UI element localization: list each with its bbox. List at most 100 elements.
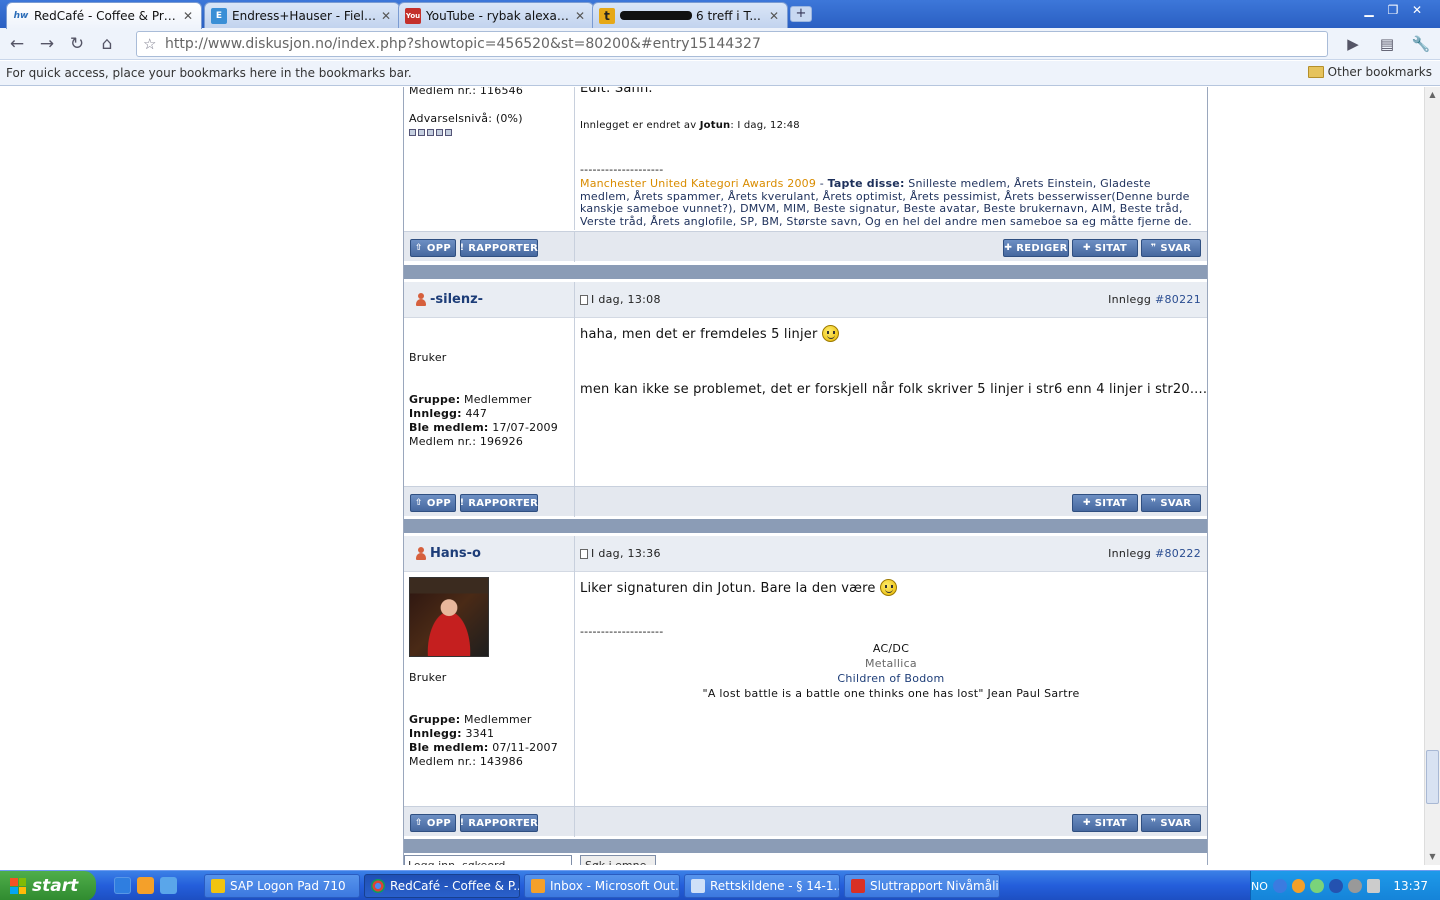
post-header-hans: Hans-o I dag, 13:36 Innlegg #80222 [404,536,1207,572]
tab-redcafe[interactable]: hw RedCafé - Coffee & Prawn ... ✕ [6,2,202,29]
scroll-up-icon[interactable]: ▲ [1425,87,1440,103]
task-rettskildene[interactable]: Rettskildene - § 14-1... [684,874,840,898]
other-bookmarks[interactable]: Other bookmarks [1307,65,1432,79]
tray-network-icon[interactable] [1310,879,1325,893]
post-actions-jotun: ⇧ OPP ! RAPPORTER ✚ REDIGER ✚ SITAT ❞ SVAR [404,231,1207,262]
post-author[interactable]: -silenz- [415,292,483,307]
outlook-icon [531,879,545,893]
tray-display-icon[interactable] [1366,879,1381,893]
exclamation-icon: ! [459,498,465,508]
user-icon [415,293,427,306]
tab-fieldcare[interactable]: E Endress+Hauser - FieldCare ✕ [204,2,400,28]
tab-treff[interactable]: t 6 treff i T... ✕ [592,2,788,28]
quick-launch [114,877,177,894]
signature-link[interactable]: Manchester United Kategori Awards 2009 [580,177,816,190]
up-button[interactable]: ⇧ OPP [410,494,456,512]
reply-button[interactable]: ❞ SVAR [1141,494,1201,512]
sap-icon [211,879,225,893]
play-icon[interactable]: ▶ [1340,31,1366,57]
system-tray: NO 13:37 [1250,871,1440,900]
up-button[interactable]: ⇧ OPP [410,814,456,832]
window-close-icon[interactable]: ✕ [1406,1,1428,19]
arrow-up-icon: ⇧ [415,818,423,828]
signature-divider: -------------------- [580,625,664,638]
scroll-down-icon[interactable]: ▼ [1425,849,1440,865]
back-icon[interactable]: ← [4,31,30,57]
bookmarks-bar: For quick access, place your bookmarks h… [0,61,1440,86]
quote-button[interactable]: ✚ SITAT [1072,494,1138,512]
start-button[interactable]: start [0,871,96,900]
post-body-line2: men kan ikke se problemet, det er forskj… [580,382,1208,397]
post-body-line1: Liker signaturen din Jotun. Bare la den … [580,579,897,596]
tray-audio-icon[interactable] [1329,879,1343,893]
page-menu-icon[interactable]: ▤ [1374,31,1400,57]
post-date: I dag, 13:08 [580,293,661,306]
plus-icon: ✚ [1082,243,1091,253]
language-indicator[interactable]: NO [1251,880,1268,893]
browser-toolbar: ← → ↻ ⌂ ☆ http://www.diskusjon.no/index.… [0,28,1440,60]
reload-icon[interactable]: ↻ [64,31,90,57]
outlook-quick-icon[interactable] [137,877,154,894]
login-input[interactable]: Logg inn, søkeord [404,855,572,865]
up-button[interactable]: ⇧ OPP [410,239,456,257]
post-author[interactable]: Hans-o [415,546,481,561]
user-details: Gruppe: Medlemmer Innlegg: 3341 Ble medl… [409,713,558,768]
avatar[interactable] [409,577,489,657]
new-tab-button[interactable]: + [790,6,812,22]
folder-icon [1307,66,1324,78]
close-icon[interactable]: ✕ [767,9,781,23]
quote-mark-icon: ❞ [1150,498,1157,508]
user-details: Gruppe: Medlemmer Innlegg: 447 Ble medle… [409,393,558,448]
member-number: Medlem nr.: 116546 [409,87,524,97]
t-icon: t [599,7,615,24]
reply-button[interactable]: ❞ SVAR [1141,814,1201,832]
wrench-icon[interactable]: 🔧 [1408,31,1434,57]
post-permalink[interactable]: #80222 [1155,547,1201,560]
warning-level: Advarselsnivå: (0%) [409,112,523,125]
minimize-icon[interactable]: ▁ [1358,1,1380,19]
exclamation-icon: ! [459,818,465,828]
close-icon[interactable]: ✕ [379,9,393,23]
task-outlook[interactable]: Inbox - Microsoft Out... [524,874,680,898]
report-button[interactable]: ! RAPPORTER [460,239,538,257]
task-sluttrapport[interactable]: Sluttrapport Nivåmåli... [844,874,1000,898]
media-icon[interactable] [160,877,177,894]
edited-note: Innlegget er endret av Jotun: I dag, 12:… [580,120,800,131]
home-icon[interactable]: ⌂ [94,31,120,57]
forward-icon[interactable]: → [34,31,60,57]
task-sap[interactable]: SAP Logon Pad 710 [204,874,360,898]
url-text: http://www.diskusjon.no/index.php?showto… [165,36,761,52]
edit-button[interactable]: ✚ REDIGER [1003,239,1069,257]
pdf-icon [851,879,865,893]
close-icon[interactable]: ✕ [573,9,587,23]
tab-youtube[interactable]: You YouTube - rybak alexander ✕ [398,2,594,28]
task-redcafe[interactable]: RedCafé - Coffee & P... [364,874,520,898]
ie-doc-icon [691,879,705,893]
tray-chevron-icon[interactable] [1272,879,1287,893]
quote-button[interactable]: ✚ SITAT [1072,239,1138,257]
bookmarks-hint: For quick access, place your bookmarks h… [6,66,412,80]
post-permalink[interactable]: #80221 [1155,293,1201,306]
report-button[interactable]: ! RAPPORTER [460,814,538,832]
ie-icon[interactable] [114,877,131,894]
quote-mark-icon: ❞ [1150,818,1157,828]
vertical-scrollbar[interactable]: ▲ ▼ [1424,87,1440,865]
user-role: Bruker [409,671,447,684]
tray-outlook-icon[interactable] [1291,879,1306,893]
quote-button[interactable]: ✚ SITAT [1072,814,1138,832]
post-date: I dag, 13:36 [580,547,661,560]
smiley-icon [879,579,897,596]
report-button[interactable]: ! RAPPORTER [460,494,538,512]
close-icon[interactable]: ✕ [181,9,195,23]
reply-button[interactable]: ❞ SVAR [1141,239,1201,257]
search-topic-button[interactable]: Søk i emne [580,855,656,865]
bookmark-star-icon[interactable]: ☆ [143,35,156,53]
chrome-icon [371,879,385,893]
clock[interactable]: 13:37 [1393,879,1428,893]
restore-icon[interactable]: ❐ [1382,1,1404,19]
tray-app-icon[interactable] [1347,879,1362,893]
hans-signature: AC/DC Metallica Children of Bodom "A los… [702,642,1080,700]
address-bar[interactable]: ☆ http://www.diskusjon.no/index.php?show… [136,31,1328,57]
plus-icon: ✚ [1082,498,1091,508]
scroll-thumb[interactable] [1426,750,1439,804]
